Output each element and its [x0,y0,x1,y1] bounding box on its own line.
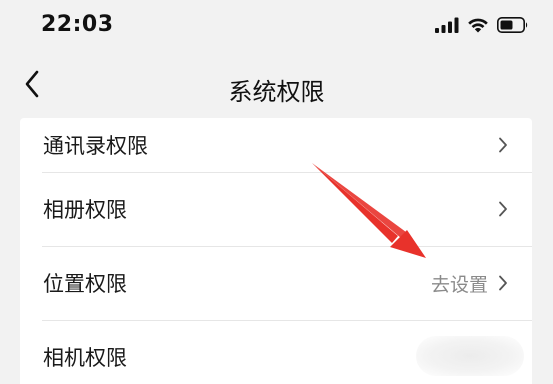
list-item-label: 位置权限 [43,272,127,296]
chevron-right-icon [499,137,507,153]
page-title: 系统权限 [228,78,325,106]
status-icons [435,16,529,38]
chevron-right-icon [499,201,507,217]
list-item-label: 通讯录权限 [43,134,148,158]
blurred-region [416,336,524,376]
screen: 22:03 系统权限 通讯录权限 相册权限 位置权限 去设置 相机权限 [0,0,553,384]
list-item-location-permission[interactable]: 位置权限 去设置 [20,246,532,320]
battery-icon [497,17,529,37]
nav-bar: 系统权限 [0,58,553,116]
location-permission-status: 去设置 [430,273,488,296]
wifi-icon [467,17,489,37]
chevron-right-icon [499,275,507,291]
list-item-contacts-permission[interactable]: 通讯录权限 [20,118,532,172]
signal-icon [435,17,459,37]
status-time: 22:03 [41,12,114,37]
status-bar: 22:03 [0,0,553,56]
list-item-label: 相机权限 [43,346,127,370]
list-item-album-permission[interactable]: 相册权限 [20,172,532,246]
list-item-label: 相册权限 [43,198,127,222]
